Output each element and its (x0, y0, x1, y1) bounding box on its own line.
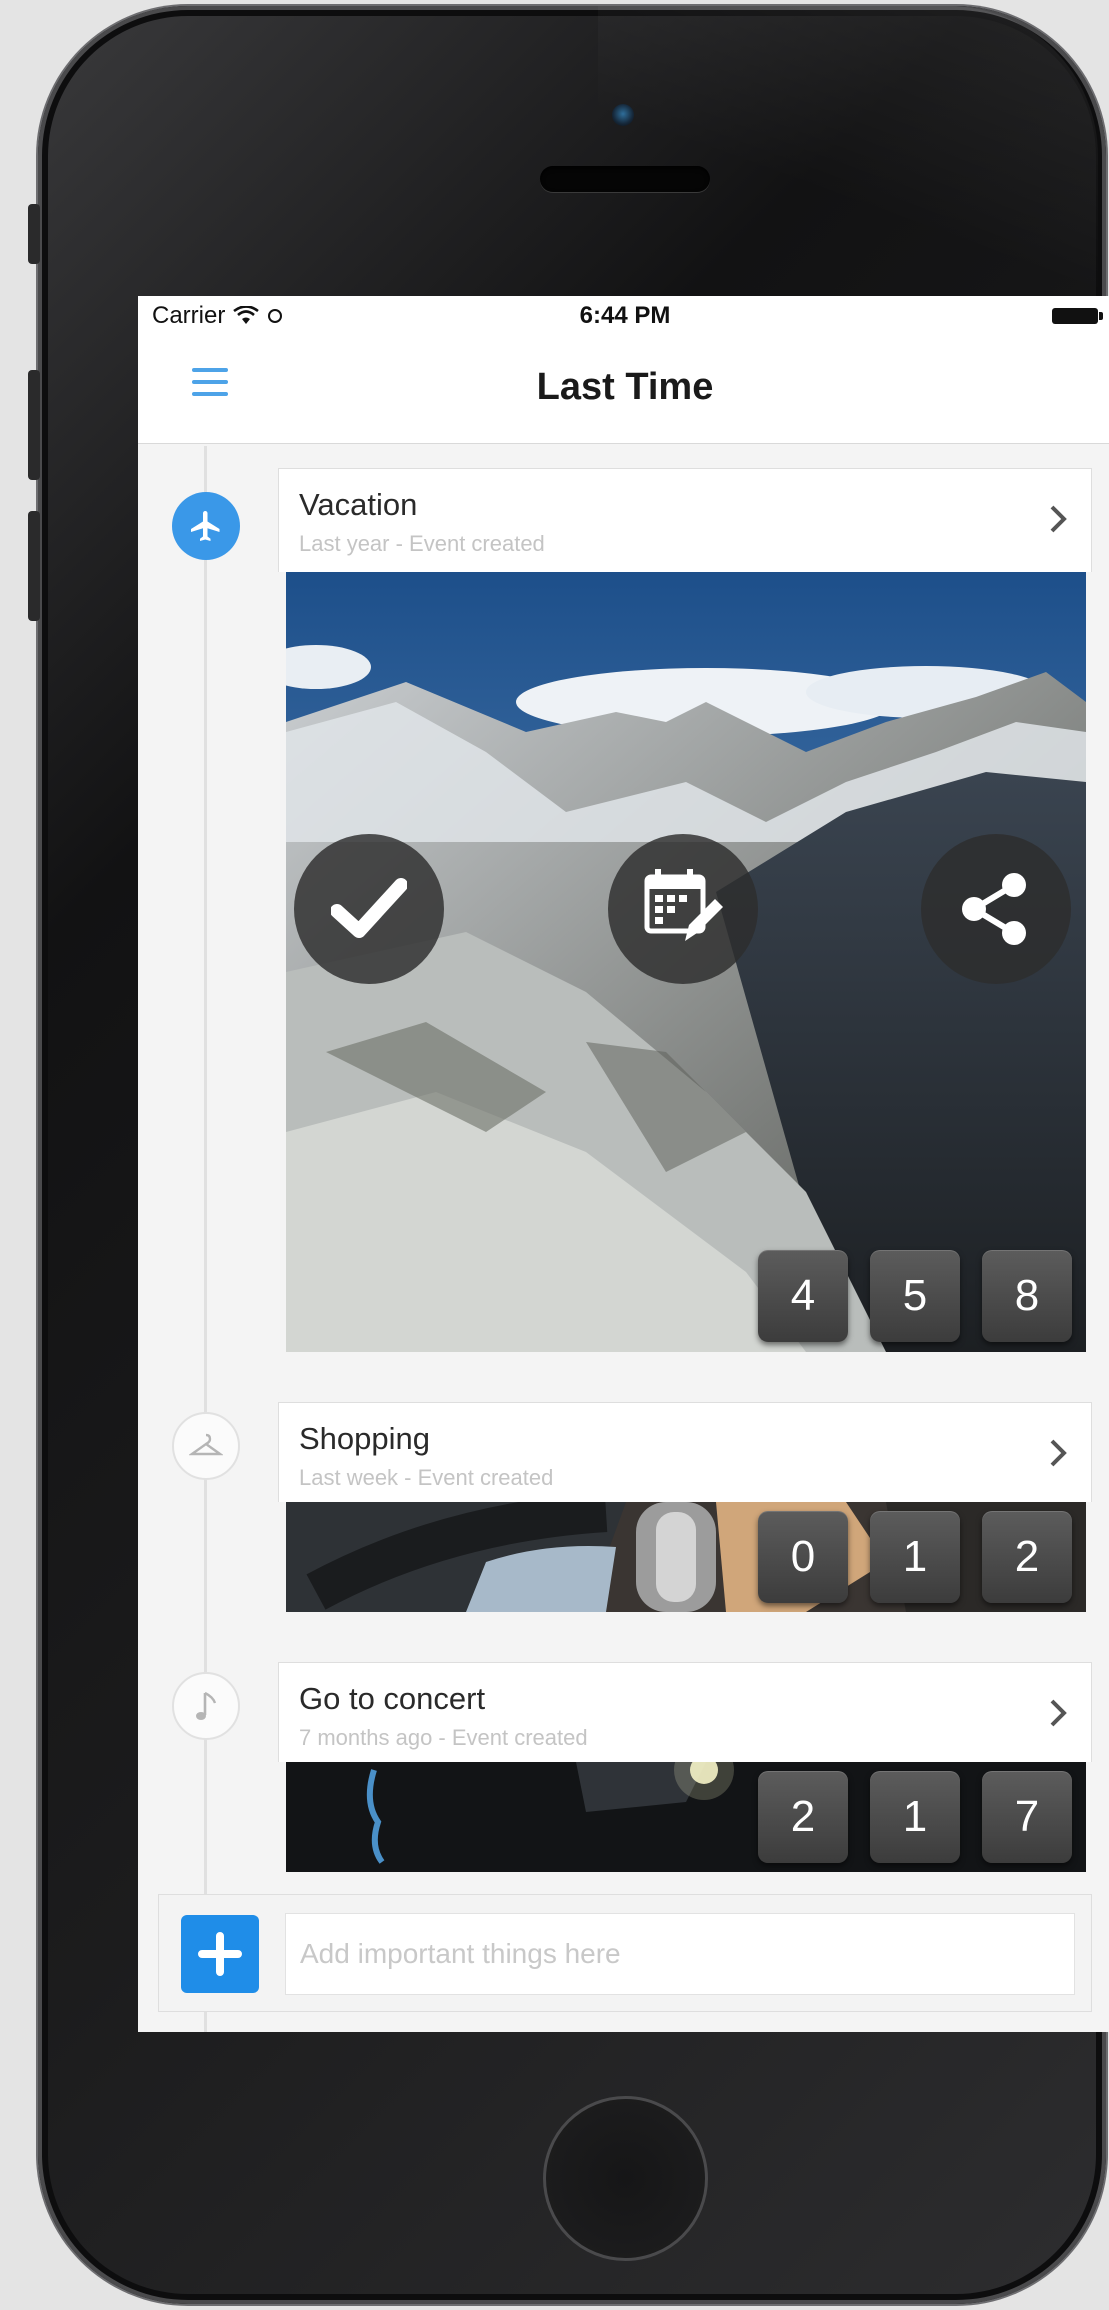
timeline-node-concert (172, 1672, 240, 1740)
timeline-node-shopping (172, 1412, 240, 1480)
share-button[interactable] (921, 834, 1071, 984)
add-event-input[interactable] (285, 1913, 1075, 1995)
event-photo-shopping: 0 1 2 (286, 1502, 1086, 1612)
counter-digit: 5 (870, 1250, 960, 1342)
chevron-right-icon (1050, 1439, 1067, 1467)
chevron-right-icon (1050, 1699, 1067, 1727)
event-photo-concert: 2 1 7 (286, 1762, 1086, 1872)
airplane-icon (191, 511, 220, 541)
event-title: Go to concert (299, 1681, 486, 1716)
add-event-bar (158, 1894, 1092, 2012)
page-title: Last Time (536, 366, 714, 408)
mark-done-button[interactable] (294, 834, 444, 984)
counter-group: 2 1 7 (758, 1771, 1072, 1863)
event-subtitle: Last week - Event created (299, 1465, 554, 1490)
home-button[interactable] (543, 2096, 708, 2261)
counter-digit: 4 (758, 1250, 848, 1342)
volume-down-button (28, 511, 40, 621)
edit-date-button[interactable] (608, 834, 758, 984)
navigation-bar: Last Time (138, 336, 1109, 444)
counter-digit: 1 (870, 1771, 960, 1863)
event-card-vacation-header[interactable]: Vacation Last year - Event created (278, 468, 1092, 572)
counter-group: 4 5 8 (758, 1250, 1072, 1342)
event-subtitle: Last year - Event created (299, 531, 545, 556)
counter-digit: 8 (982, 1250, 1072, 1342)
status-bar: Carrier 6:44 PM (138, 296, 1109, 336)
mute-switch (28, 204, 40, 264)
add-button[interactable] (181, 1915, 259, 1993)
chevron-right-icon (1050, 505, 1067, 533)
event-card-shopping-header[interactable]: Shopping Last week - Event created (278, 1402, 1092, 1502)
checkmark-icon (331, 878, 407, 938)
calendar-edit-icon (644, 869, 723, 941)
front-camera (612, 104, 634, 126)
counter-digit: 2 (982, 1511, 1072, 1603)
timeline-line (204, 446, 207, 2032)
music-note-icon (196, 1691, 217, 1720)
hanger-icon (189, 1433, 223, 1456)
battery-icon (1052, 308, 1103, 324)
counter-digit: 7 (982, 1771, 1072, 1863)
event-subtitle: 7 months ago - Event created (299, 1725, 588, 1750)
timeline-node-vacation (172, 492, 240, 560)
volume-up-button (28, 370, 40, 480)
app-screen: Carrier 6:44 PM Last Time Vacation Last … (138, 296, 1109, 2032)
earpiece-speaker (540, 166, 710, 192)
counter-digit: 2 (758, 1771, 848, 1863)
event-title: Vacation (299, 487, 418, 522)
plus-icon (198, 1932, 242, 1976)
share-icon (962, 873, 1026, 945)
event-title: Shopping (299, 1421, 431, 1456)
counter-digit: 1 (870, 1511, 960, 1603)
phone-frame: Carrier 6:44 PM Last Time Vacation Last … (28, 6, 1109, 2304)
counter-group: 0 1 2 (758, 1511, 1072, 1603)
event-card-concert-header[interactable]: Go to concert 7 months ago - Event creat… (278, 1662, 1092, 1762)
status-time: 6:44 PM (579, 302, 671, 329)
event-photo-vacation: 4 5 8 (286, 572, 1086, 1352)
counter-digit: 0 (758, 1511, 848, 1603)
